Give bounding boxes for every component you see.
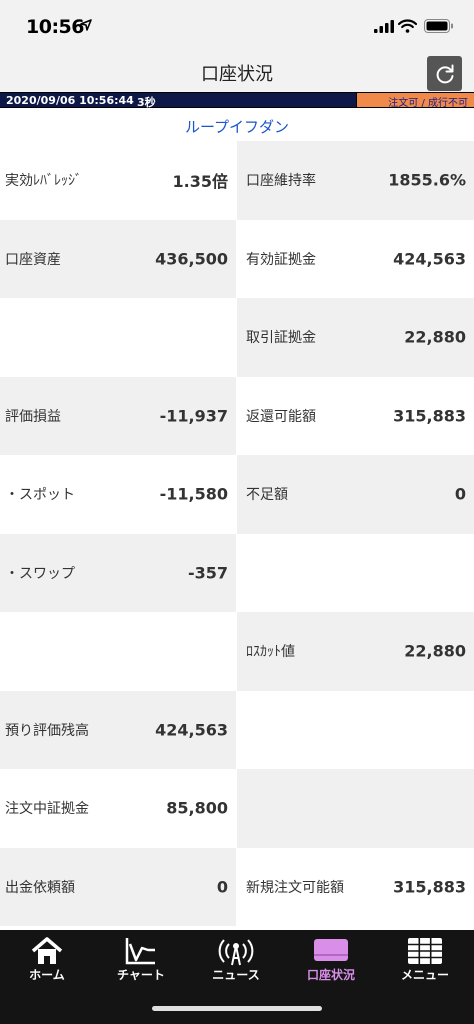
tab-news[interactable]: ニュース — [189, 930, 283, 992]
cell-empty — [237, 690, 474, 769]
location-arrow-icon — [80, 19, 92, 31]
cell-value: 315,883 — [393, 406, 466, 426]
tab-label: 口座状況 — [306, 968, 355, 982]
tab-menu[interactable]: メニュー — [378, 930, 472, 992]
cell-new-order-available: 新規注文可能額 315,883 — [237, 847, 474, 926]
tab-label: チャート — [117, 968, 165, 982]
update-datetime: 2020/09/06 10:56:44 — [6, 94, 134, 107]
cell-swap: ・スワップ -357 — [0, 533, 236, 612]
home-indicator[interactable] — [152, 1006, 322, 1011]
cell-account-assets: 口座資産 436,500 — [0, 219, 236, 298]
refresh-button[interactable] — [427, 56, 462, 91]
battery-icon — [424, 19, 453, 33]
status-time: 10:56 — [26, 16, 84, 38]
cell-label: 注文中証拠金 — [5, 801, 89, 818]
cell-value: 0 — [216, 877, 228, 897]
cell-empty — [0, 298, 236, 377]
cell-spot: ・スポット -11,580 — [0, 455, 236, 534]
cell-effective-leverage: 実効ﾚﾊﾞﾚｯｼﾞ 1.35倍 — [0, 141, 236, 220]
tab-account-status[interactable]: 口座状況 — [284, 930, 378, 992]
strategy-row[interactable]: ループイフダン — [0, 108, 474, 141]
home-icon — [31, 937, 63, 964]
cell-deposit-valuation-balance: 預り評価残高 424,563 — [0, 690, 236, 769]
tab-home[interactable]: ホーム — [0, 930, 94, 992]
nav-bar: 口座状況 — [0, 52, 474, 92]
cell-label: 不足額 — [246, 487, 288, 504]
cell-label: 預り評価残高 — [5, 722, 89, 739]
cell-value: 22,880 — [404, 641, 466, 661]
cell-value: 424,563 — [393, 249, 466, 269]
cell-value: -11,580 — [159, 484, 228, 504]
cell-value: 1855.6% — [388, 170, 466, 190]
cell-value: 424,563 — [155, 720, 228, 740]
cell-label: 評価損益 — [5, 408, 61, 425]
cell-withdrawal-request: 出金依頼額 0 — [0, 847, 236, 926]
strategy-link[interactable]: ループイフダン — [0, 116, 474, 137]
status-bar: 10:56 — [0, 0, 474, 52]
cell-effective-margin: 有効証拠金 424,563 — [237, 219, 474, 298]
tab-label: メニュー — [400, 968, 449, 982]
cell-label: 有効証拠金 — [246, 251, 316, 268]
tab-label: ニュース — [212, 968, 260, 982]
cell-pending-order-margin: 注文中証拠金 85,800 — [0, 769, 236, 848]
cell-label: 口座資産 — [5, 251, 61, 268]
cell-label: 返還可能額 — [246, 408, 316, 425]
cell-value: 436,500 — [155, 249, 228, 269]
cell-margin-maintenance-ratio: 口座維持率 1855.6% — [237, 141, 474, 220]
order-status-badge: 注文可 / 成行不可 — [356, 93, 474, 109]
wifi-icon — [398, 19, 417, 33]
cell-label: ・スワップ — [5, 565, 75, 582]
cell-value: 85,800 — [166, 798, 228, 818]
cell-value: -357 — [187, 563, 228, 583]
cell-empty — [237, 533, 474, 612]
account-icon — [314, 939, 348, 961]
cell-value: 1.35倍 — [172, 172, 228, 192]
news-antenna-icon — [218, 939, 254, 966]
cell-value: 315,883 — [393, 877, 466, 897]
cell-label: 新規注文可能額 — [246, 879, 344, 896]
page-title: 口座状況 — [201, 64, 273, 85]
cell-label: 口座維持率 — [246, 173, 316, 190]
cell-label: 取引証拠金 — [246, 330, 316, 347]
refresh-icon — [436, 64, 453, 83]
cell-shortfall: 不足額 0 — [237, 455, 474, 534]
cell-returnable-amount: 返還可能額 315,883 — [237, 376, 474, 455]
cell-label: 出金依頼額 — [5, 879, 75, 896]
cell-label: ・スポット — [5, 487, 75, 504]
cell-value: 22,880 — [404, 327, 466, 347]
cell-value: 0 — [454, 484, 466, 504]
cellular-signal-icon — [374, 20, 394, 33]
chart-icon — [125, 938, 155, 965]
cell-trading-margin: 取引証拠金 22,880 — [237, 298, 474, 377]
cell-label: ﾛｽｶｯﾄ値 — [246, 644, 295, 661]
cell-empty — [237, 769, 474, 848]
cell-value: -11,937 — [159, 406, 228, 426]
menu-grid-icon — [408, 938, 442, 964]
order-status-text: 注文可 / 成行不可 — [388, 98, 468, 109]
tab-label: ホーム — [29, 968, 65, 982]
cell-label: 実効ﾚﾊﾞﾚｯｼﾞ — [5, 173, 82, 190]
cell-losscut-value: ﾛｽｶｯﾄ値 22,880 — [237, 612, 474, 691]
tab-chart[interactable]: チャート — [94, 930, 188, 992]
cell-empty — [0, 612, 236, 691]
cell-unrealized-pl: 評価損益 -11,937 — [0, 376, 236, 455]
info-strip: 2020/09/06 10:56:44 3秒 注文可 / 成行不可 — [0, 92, 474, 109]
